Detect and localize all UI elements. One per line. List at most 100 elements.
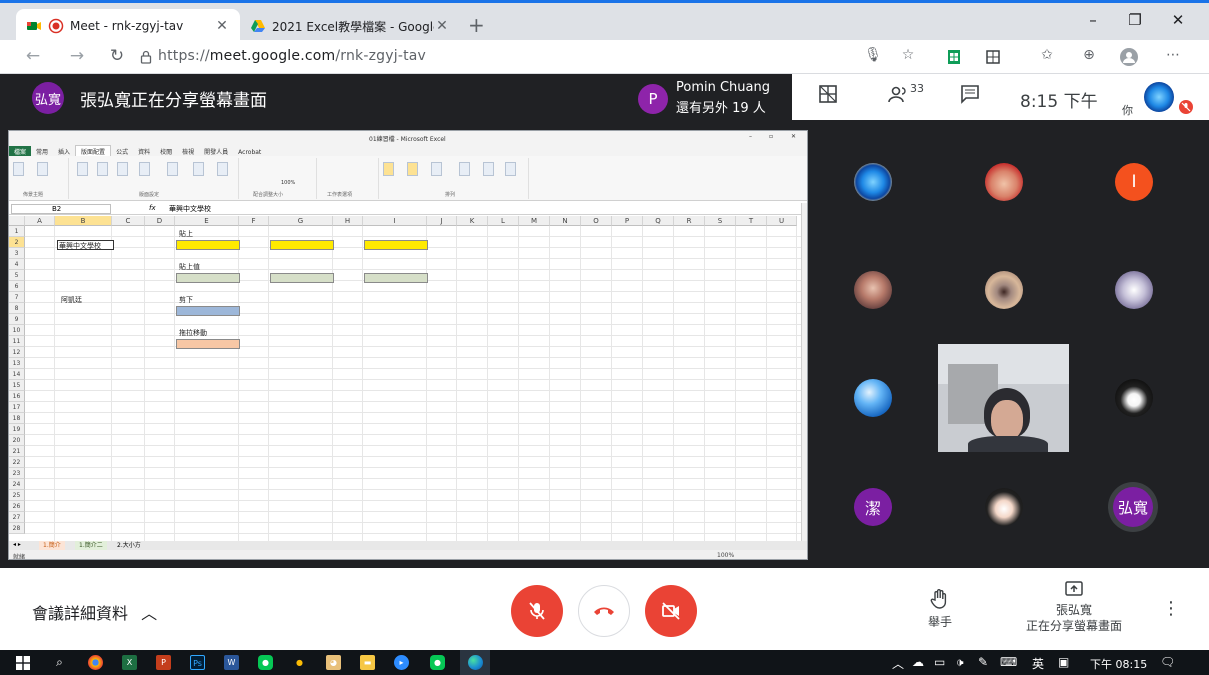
powerpoint-icon[interactable]: P (156, 655, 171, 670)
windows-start-icon[interactable] (16, 656, 30, 670)
meeting-details-label: 會議詳細資料 (32, 604, 129, 623)
zoom-icon[interactable]: ▸ (394, 655, 409, 670)
row-header: 10 (9, 325, 25, 336)
maximize-button[interactable]: ❐ (1120, 11, 1150, 29)
close-window-button[interactable]: ✕ (1163, 11, 1193, 29)
video-person-body (968, 436, 1048, 452)
grid-extension-icon[interactable] (982, 47, 1004, 67)
ime-indicator[interactable]: 英 (1032, 655, 1044, 672)
participant-tile[interactable] (1115, 379, 1153, 417)
column-header: R (674, 216, 705, 226)
presenting-status-button[interactable]: 張弘寬 正在分享螢幕畫面 (1018, 580, 1130, 634)
volume-icon[interactable]: 🕩︎ (956, 655, 964, 670)
participant-tile[interactable] (854, 379, 892, 417)
notification-icon[interactable]: 🗨︎ (1160, 655, 1175, 669)
participant-avatar[interactable]: I (1115, 163, 1153, 201)
ime-mode-icon[interactable]: ▣ (1058, 655, 1069, 669)
grid-line (25, 423, 801, 424)
reload-icon[interactable]: ↻ (104, 46, 130, 66)
grid-line (25, 412, 801, 413)
participant-avatar: P (638, 84, 668, 114)
grid-line (518, 226, 519, 541)
participant-video[interactable] (938, 344, 1069, 452)
close-icon[interactable]: ✕ (214, 18, 230, 34)
search-icon[interactable]: ⌕ (52, 655, 67, 670)
keyboard-icon[interactable]: ⌨ (1000, 655, 1017, 669)
more-options-icon[interactable]: ⋮ (1162, 598, 1180, 619)
row-header: 19 (9, 424, 25, 435)
ribbon-group-label: 排列 (445, 192, 456, 198)
microphone-icon[interactable]: 🎙︎ (862, 47, 884, 67)
new-tab-button[interactable]: + (468, 13, 485, 37)
chrome-icon[interactable] (88, 655, 103, 670)
layout-icon[interactable] (818, 84, 838, 104)
blue-fill-e8 (176, 306, 240, 316)
fx-icon: fx (149, 204, 156, 212)
participant-tile[interactable] (854, 163, 892, 201)
yellow-fill-i2 (364, 240, 428, 250)
excel-restore-icon: ▫ (769, 133, 774, 140)
presenting-title: 張弘寬正在分享螢幕畫面 (80, 91, 267, 111)
lock-icon[interactable] (140, 50, 152, 64)
column-header: B (55, 216, 112, 226)
edge-taskbar-item[interactable] (460, 650, 490, 675)
close-icon[interactable]: ✕ (434, 18, 450, 34)
participant-tile[interactable] (985, 163, 1023, 201)
minimize-button[interactable]: – (1078, 11, 1108, 29)
column-header: G (269, 216, 333, 226)
pinned-participant[interactable]: P Pomin Chuang 還有另外 19 人 (630, 80, 790, 116)
back-arrow-icon[interactable]: ← (20, 46, 46, 66)
url-field[interactable]: https://meet.google.com/rnk-zgyj-tav (158, 48, 426, 64)
forward-arrow-icon[interactable]: → (64, 46, 90, 66)
row-header: 2 (9, 237, 25, 248)
chat-icon[interactable] (960, 84, 980, 104)
people-icon[interactable] (888, 84, 910, 104)
participant-avatar[interactable]: 弘寬 (1113, 487, 1153, 527)
camera-toggle-button[interactable] (645, 585, 697, 637)
pen-icon[interactable]: ✎ (978, 655, 988, 669)
leave-call-button[interactable] (578, 585, 630, 637)
profile-icon[interactable] (1118, 47, 1140, 67)
file-explorer-icon[interactable]: ▬ (360, 655, 375, 670)
balloon-icon[interactable]: ● (292, 655, 307, 670)
chevron-up-icon[interactable]: ︿ (892, 655, 904, 672)
participant-tile[interactable] (985, 488, 1023, 526)
participant-avatar[interactable]: 潔 (854, 488, 892, 526)
mic-toggle-button[interactable] (511, 585, 563, 637)
self-avatar[interactable] (1144, 82, 1174, 112)
google-sheets-icon[interactable] (943, 47, 965, 67)
present-screen-icon (1065, 581, 1083, 596)
ribbon-zoom: 100% (281, 180, 296, 186)
green-fill-g5 (270, 273, 334, 283)
word-icon[interactable]: W (224, 655, 239, 670)
more-icon[interactable]: ⋯ (1162, 47, 1184, 67)
taskbar-clock[interactable]: 下午 08:15 (1090, 656, 1147, 672)
tab-drive[interactable]: 2021 Excel教學檔案 - Google 雲 ✕ (240, 9, 460, 43)
row-header: 9 (9, 314, 25, 325)
meeting-details-button[interactable]: 會議詳細資料 ︿ (32, 600, 157, 624)
participant-tile[interactable] (854, 271, 892, 309)
ribbon-button (117, 162, 128, 176)
participant-tile[interactable] (985, 271, 1023, 309)
photoshop-icon[interactable]: Ps (190, 655, 205, 670)
meeting-clock: 8:15 下午 (1020, 92, 1098, 112)
network-icon[interactable]: ▭ (934, 655, 945, 669)
favorites-icon[interactable]: ✩ (1036, 47, 1058, 67)
cell-b7: 阿凱廷 (61, 296, 82, 304)
participant-tile[interactable] (1115, 271, 1153, 309)
cloud-icon[interactable]: ☁ (912, 655, 924, 669)
line-icon[interactable]: ● (430, 655, 445, 670)
cat-app-icon[interactable]: ◕ (326, 655, 341, 670)
tab-meet[interactable]: Meet - rnk-zgyj-tav ✕ (16, 9, 240, 43)
grid-line (25, 434, 801, 435)
ribbon-button (383, 162, 394, 176)
add-favorite-icon[interactable]: ☆ (897, 47, 919, 67)
column-header: U (767, 216, 797, 226)
row-header: 16 (9, 391, 25, 402)
raise-hand-button[interactable]: 舉手 (916, 588, 964, 630)
excel-icon[interactable]: X (122, 655, 137, 670)
ribbon-button (37, 162, 48, 176)
address-bar: ← → ↻ https://meet.google.com/rnk-zgyj-t… (0, 40, 1209, 74)
collections-icon[interactable]: ⊕ (1078, 47, 1100, 67)
line-icon[interactable]: ● (258, 655, 273, 670)
